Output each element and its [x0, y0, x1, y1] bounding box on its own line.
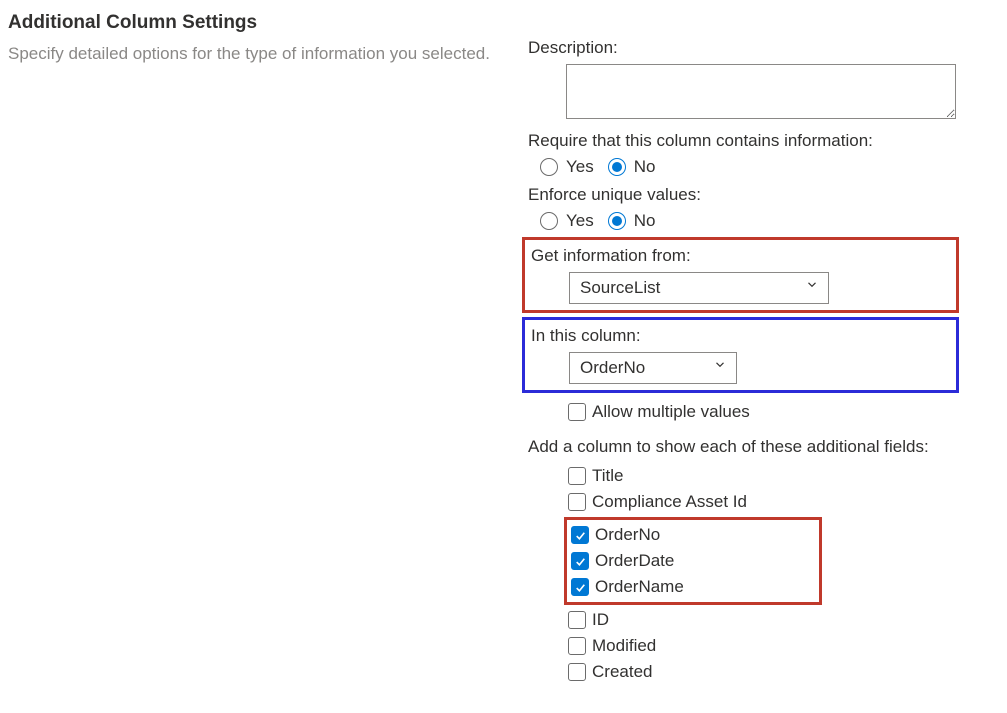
- field-row-orderdate: OrderDate: [571, 548, 819, 574]
- field-row-title: Title: [568, 463, 999, 489]
- additional-group: Add a column to show each of these addit…: [528, 435, 999, 685]
- field-label-orderdate[interactable]: OrderDate: [595, 551, 674, 571]
- field-checkbox-orderdate[interactable]: [571, 552, 589, 570]
- require-group: Require that this column contains inform…: [528, 129, 999, 177]
- field-row-ordername: OrderName: [571, 574, 819, 600]
- field-label-id[interactable]: ID: [592, 610, 609, 630]
- unique-no-label[interactable]: No: [634, 211, 656, 231]
- field-checkbox-title[interactable]: [568, 467, 586, 485]
- additional-label: Add a column to show each of these addit…: [528, 435, 999, 459]
- in-column-label: In this column:: [531, 324, 950, 348]
- allow-multi-label[interactable]: Allow multiple values: [592, 402, 750, 422]
- unique-yes-label[interactable]: Yes: [566, 211, 594, 231]
- field-row-orderno: OrderNo: [571, 522, 819, 548]
- unique-no-radio[interactable]: [608, 212, 626, 230]
- get-info-label: Get information from:: [531, 244, 950, 268]
- get-info-select[interactable]: SourceList: [569, 272, 829, 304]
- field-checkbox-modified[interactable]: [568, 637, 586, 655]
- field-label-title[interactable]: Title: [592, 466, 624, 486]
- unique-label: Enforce unique values:: [528, 183, 999, 207]
- description-textarea[interactable]: [566, 64, 956, 119]
- field-row-modified: Modified: [568, 633, 999, 659]
- field-label-created[interactable]: Created: [592, 662, 652, 682]
- unique-yes-radio[interactable]: [540, 212, 558, 230]
- in-column-highlight: In this column: OrderNo: [522, 317, 959, 393]
- field-checkbox-ordername[interactable]: [571, 578, 589, 596]
- fields-highlight: OrderNo OrderDate OrderName: [564, 517, 822, 605]
- description-label: Description:: [528, 36, 999, 60]
- field-checkbox-compliance[interactable]: [568, 493, 586, 511]
- field-label-compliance[interactable]: Compliance Asset Id: [592, 492, 747, 512]
- field-row-created: Created: [568, 659, 999, 685]
- field-row-compliance: Compliance Asset Id: [568, 489, 999, 515]
- field-row-id: ID: [568, 607, 999, 633]
- field-label-ordername[interactable]: OrderName: [595, 577, 684, 597]
- unique-group: Enforce unique values: Yes No: [528, 183, 999, 231]
- field-checkbox-id[interactable]: [568, 611, 586, 629]
- require-no-label[interactable]: No: [634, 157, 656, 177]
- allow-multi-row: Allow multiple values: [568, 399, 999, 425]
- in-column-select[interactable]: OrderNo: [569, 352, 737, 384]
- allow-multi-checkbox[interactable]: [568, 403, 586, 421]
- require-yes-label[interactable]: Yes: [566, 157, 594, 177]
- field-label-modified[interactable]: Modified: [592, 636, 656, 656]
- field-label-orderno[interactable]: OrderNo: [595, 525, 660, 545]
- get-info-highlight: Get information from: SourceList: [522, 237, 959, 313]
- description-group: Description:: [528, 36, 999, 119]
- field-checkbox-orderno[interactable]: [571, 526, 589, 544]
- section-title: Additional Column Settings: [8, 12, 518, 34]
- require-no-radio[interactable]: [608, 158, 626, 176]
- field-checkbox-created[interactable]: [568, 663, 586, 681]
- require-yes-radio[interactable]: [540, 158, 558, 176]
- require-label: Require that this column contains inform…: [528, 129, 999, 153]
- section-description: Specify detailed options for the type of…: [8, 42, 518, 67]
